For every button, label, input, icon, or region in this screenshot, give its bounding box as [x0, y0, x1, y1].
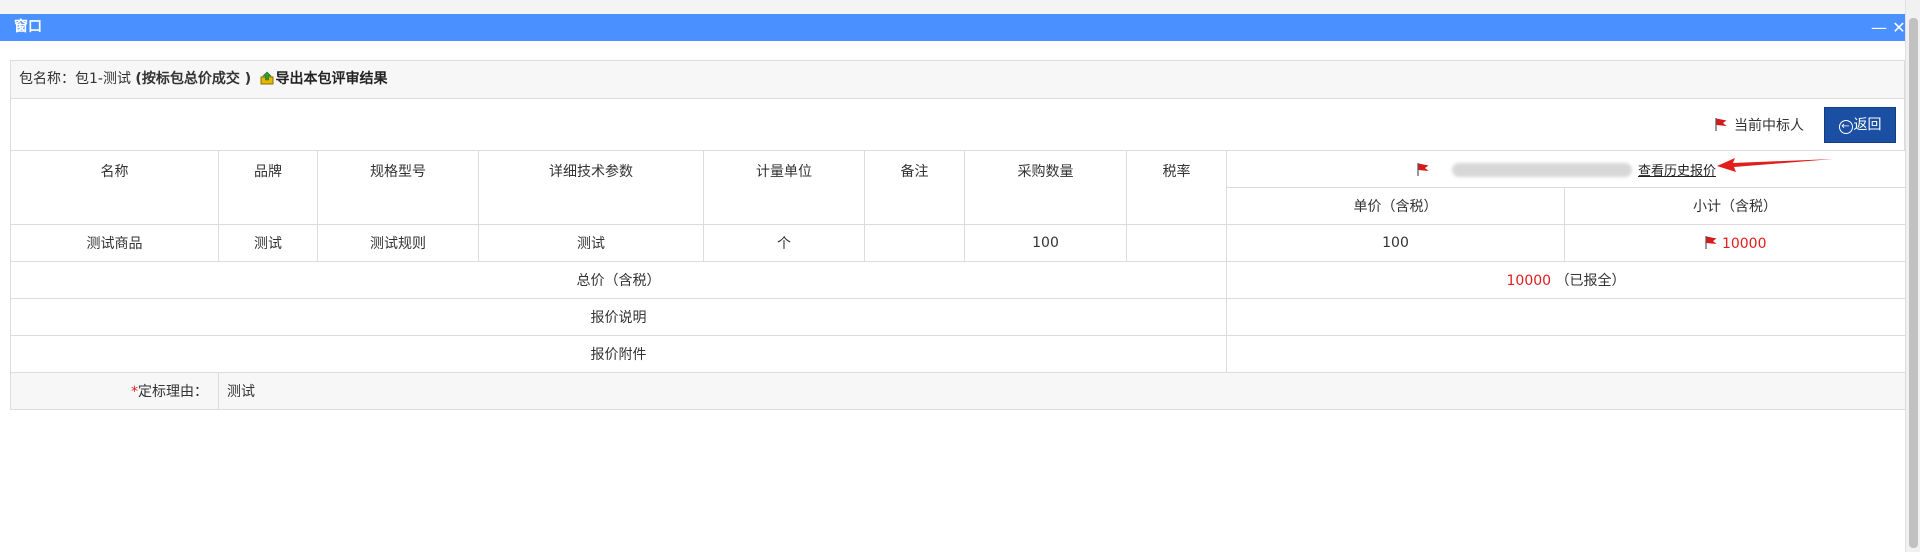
subtotal-value: 10000: [1721, 235, 1767, 252]
supplier-name-redacted: [1452, 162, 1632, 177]
current-winner-label: 当前中标人: [1734, 118, 1804, 134]
action-bar: 当前中标人 ← 返回: [10, 99, 1905, 150]
back-button-label: 返回: [1853, 117, 1882, 133]
total-status: （已报全）: [1555, 273, 1626, 289]
window-titlebar: 窗口 — ✕: [0, 14, 1906, 41]
header-quantity: 采购数量: [964, 150, 1127, 225]
header-spec: 规格型号: [317, 150, 479, 225]
total-value-cell: 10000 （已报全）: [1225, 261, 1907, 299]
cell-name: 测试商品: [10, 224, 219, 262]
total-row: 总价（含税） 10000 （已报全）: [10, 261, 1907, 299]
red-flag-icon: [1417, 162, 1429, 176]
quote-note-label: 报价说明: [10, 298, 1227, 336]
required-marker: *: [131, 384, 138, 400]
quote-attachment-value: [1225, 335, 1907, 373]
header-unit: 计量单位: [703, 150, 865, 225]
header-subtotal: 小计（含税）: [1563, 187, 1907, 225]
header-tax-rate: 税率: [1126, 150, 1227, 225]
cell-tech-params: 测试: [478, 224, 704, 262]
minimize-button[interactable]: —: [1870, 14, 1888, 41]
award-reason-row: *定标理由： 测试: [10, 372, 1907, 410]
header-tech-params: 详细技术参数: [478, 150, 704, 225]
cell-unit-price: 100: [1226, 224, 1565, 262]
quote-attachment-label: 报价附件: [10, 335, 1227, 373]
cell-remark: [864, 224, 965, 262]
header-unit-price: 单价（含税）: [1226, 187, 1565, 225]
quote-attachment-row: 报价附件: [10, 335, 1907, 373]
back-arrow-icon: ←: [1838, 120, 1853, 134]
vertical-scrollbar[interactable]: [1905, 0, 1920, 552]
award-reason-label: 定标理由：: [138, 384, 208, 400]
cell-unit: 个: [703, 224, 865, 262]
header-remark: 备注: [864, 150, 965, 225]
package-info-bar: 包名称：包1-测试 (按标包总价成交 ) 导出本包评审结果: [10, 60, 1905, 99]
quote-note-row: 报价说明: [10, 298, 1907, 336]
award-reason-label-cell: *定标理由：: [10, 372, 219, 410]
header-name: 名称: [10, 150, 219, 225]
red-flag-icon: [1715, 118, 1727, 131]
total-value: 10000: [1506, 273, 1552, 289]
export-results-link[interactable]: 导出本包评审结果: [276, 71, 388, 87]
export-icon: [260, 71, 274, 85]
current-winner-legend: 当前中标人: [1714, 115, 1804, 135]
award-reason-value: 测试: [217, 372, 1907, 410]
bid-mode: (按标包总价成交 ): [135, 71, 252, 87]
back-button[interactable]: ← 返回: [1824, 107, 1896, 143]
red-pointer-arrow: [1717, 158, 1833, 172]
total-label: 总价（含税）: [10, 261, 1227, 299]
evaluation-panel: 包名称：包1-测试 (按标包总价成交 ) 导出本包评审结果 当前中标人 ←返回: [10, 60, 1907, 410]
package-name: 包名称：包1-测试: [19, 71, 131, 87]
quote-table: 名称 品牌 规格型号 详细技术参数 计量单位 备注 采购数量 税率 查看历史报价…: [10, 150, 1907, 410]
window-title: 窗口: [14, 19, 42, 35]
cell-tax-rate: [1126, 224, 1227, 262]
top-strip: [0, 0, 1905, 15]
scrollbar-thumb[interactable]: [1909, 18, 1918, 548]
table-row: 测试商品 测试 测试规则 测试 个 100 100 10000: [10, 224, 1907, 262]
header-brand: 品牌: [218, 150, 318, 225]
red-flag-icon: [1704, 235, 1716, 249]
view-history-quotes-link[interactable]: 查看历史报价: [1638, 164, 1716, 179]
cell-spec: 测试规则: [317, 224, 479, 262]
cell-quantity: 100: [964, 224, 1127, 262]
cell-brand: 测试: [218, 224, 318, 262]
cell-subtotal: 10000: [1563, 224, 1907, 262]
quote-note-value: [1225, 298, 1907, 336]
